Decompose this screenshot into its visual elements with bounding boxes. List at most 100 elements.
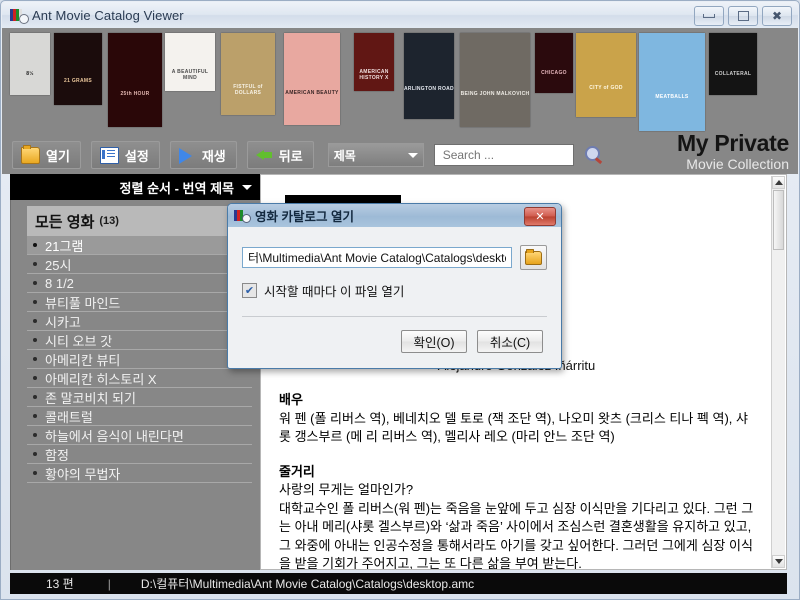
- movie-list-item[interactable]: 25시: [27, 255, 252, 274]
- detail-synopsis-heading: 줄거리: [279, 463, 315, 479]
- dialog-actions: 확인(O) 취소(C): [228, 330, 543, 353]
- back-button[interactable]: 뒤로: [246, 141, 314, 169]
- brand-line-2: Movie Collection: [686, 156, 789, 172]
- detail-synopsis-line1: 사랑의 무게는 얼마인가?: [279, 482, 414, 498]
- catalog-path-field[interactable]: [242, 247, 512, 268]
- poster-title: FISTFUL of DOLLARS: [233, 84, 263, 96]
- scroll-up-button[interactable]: [772, 176, 785, 189]
- app-film-icon: [10, 8, 29, 24]
- poster-thumbnail[interactable]: 8½: [10, 33, 50, 95]
- settings-list-icon: [99, 146, 119, 164]
- poster-thumbnail[interactable]: ARLINGTON ROAD: [404, 33, 454, 119]
- movie-title: 하늘에서 음식이 내린다면: [45, 428, 184, 444]
- play-button-label: 재생: [201, 148, 226, 164]
- open-on-startup-row[interactable]: ✔ 시작할 때마다 이 파일 열기: [242, 281, 547, 300]
- close-button[interactable]: ✖: [762, 6, 792, 26]
- movie-list-item[interactable]: 함정: [27, 445, 252, 464]
- poster-thumbnail[interactable]: COLLATERAL: [709, 33, 757, 95]
- play-button[interactable]: 재생: [169, 141, 237, 169]
- window-controls: ✖: [694, 6, 792, 26]
- dialog-cancel-button[interactable]: 취소(C): [477, 330, 543, 353]
- magnifier-icon[interactable]: [584, 145, 604, 165]
- poster-title: 8½: [26, 71, 34, 77]
- search-input[interactable]: [440, 147, 567, 163]
- poster-title: COLLATERAL: [714, 71, 752, 77]
- open-folder-icon: [21, 144, 40, 164]
- open-button-label: 열기: [46, 148, 70, 164]
- dialog-close-button[interactable]: ✕: [524, 207, 556, 226]
- poster-thumbnail[interactable]: 21 GRAMS: [54, 33, 102, 105]
- movie-list-item[interactable]: 황야의 무법자: [27, 464, 252, 483]
- movie-list-item[interactable]: 콜래트럴: [27, 407, 252, 426]
- close-icon: ✖: [771, 9, 783, 23]
- open-on-startup-checkbox[interactable]: ✔: [242, 283, 257, 298]
- poster-title: ARLINGTON ROAD: [404, 86, 454, 92]
- poster-thumbnail[interactable]: BEING JOHN MALKOVICH: [460, 33, 530, 127]
- search-box[interactable]: [433, 144, 574, 166]
- settings-button-label: 설정: [124, 148, 149, 164]
- dialog-body: ✔ 시작할 때마다 이 파일 열기: [228, 227, 561, 300]
- movie-title: 25시: [45, 257, 72, 273]
- movie-title: 함정: [45, 447, 69, 463]
- detail-scrollbar[interactable]: [771, 176, 785, 568]
- bullet-icon: [33, 262, 37, 266]
- movie-group-count: (13): [99, 215, 119, 227]
- poster-thumbnail[interactable]: A BEAUTIFUL MIND: [165, 33, 215, 91]
- sort-order-label: 정렬 순서 - 번역 제목: [119, 180, 234, 196]
- movie-list-item[interactable]: 아메리칸 히스토리 X: [27, 369, 252, 388]
- dialog-ok-button[interactable]: 확인(O): [401, 330, 467, 353]
- catalog-path-input[interactable]: [246, 249, 508, 266]
- browse-button[interactable]: [520, 245, 547, 270]
- settings-button[interactable]: 설정: [90, 141, 160, 169]
- movie-list-item[interactable]: 시카고: [27, 312, 252, 331]
- poster-thumbnail[interactable]: 25th HOUR: [108, 33, 162, 127]
- catalog-path-row: [242, 245, 547, 270]
- window-title: Ant Movie Catalog Viewer: [32, 7, 184, 23]
- movie-title: 8 1/2: [45, 275, 74, 291]
- bullet-icon: [33, 414, 37, 418]
- sort-order-dropdown[interactable]: 정렬 순서 - 번역 제목: [10, 174, 260, 200]
- poster-thumbnail[interactable]: CITY of GOD: [576, 33, 636, 117]
- movie-list-item[interactable]: 뷰티풀 마인드: [27, 293, 252, 312]
- maximize-button[interactable]: [728, 6, 758, 26]
- movie-title: 뷰티풀 마인드: [45, 295, 121, 311]
- movie-title: 아메리칸 뷰티: [45, 352, 121, 368]
- close-icon: ✕: [535, 211, 545, 223]
- poster-thumbnail[interactable]: AMERICAN HISTORY X: [354, 33, 394, 91]
- minimize-button[interactable]: [694, 6, 724, 26]
- movie-list-item[interactable]: 하늘에서 음식이 내린다면: [27, 426, 252, 445]
- movie-title: 존 말코비치 되기: [45, 390, 136, 406]
- poster-thumbnail[interactable]: FISTFUL of DOLLARS: [221, 33, 275, 115]
- movie-title: 21그램: [45, 238, 84, 254]
- search-field-combo[interactable]: 제목: [327, 143, 424, 167]
- bullet-icon: [33, 395, 37, 399]
- status-movie-count: 13 편: [46, 577, 74, 591]
- poster-title: 25th HOUR: [120, 91, 150, 97]
- poster-title: AMERICAN BEAUTY: [285, 90, 339, 96]
- movie-group-title: 모든 영화: [35, 213, 95, 231]
- bullet-icon: [33, 471, 37, 475]
- checkmark-icon: ✔: [244, 284, 255, 297]
- chevron-down-icon: [774, 559, 783, 564]
- movie-title: 황야의 무법자: [45, 466, 121, 482]
- movie-list-item[interactable]: 시티 오브 갓: [27, 331, 252, 350]
- bullet-icon: [33, 243, 37, 247]
- scrollbar-thumb[interactable]: [773, 190, 784, 250]
- dialog-divider: [242, 316, 547, 317]
- detail-synopsis-body: 대학교수인 폴 리버스(워 펜)는 죽음을 눈앞에 두고 심장 이식만을 기다리…: [279, 500, 754, 570]
- movie-list-item[interactable]: 21그램: [27, 236, 252, 255]
- movie-list-item[interactable]: 8 1/2: [27, 274, 252, 293]
- poster-thumbnail[interactable]: CHICAGO: [535, 33, 573, 93]
- poster-thumbnail[interactable]: AMERICAN BEAUTY: [284, 33, 340, 125]
- back-button-label: 뒤로: [278, 148, 303, 164]
- scroll-down-button[interactable]: [772, 555, 785, 568]
- brand-line-1: My Private: [676, 130, 789, 156]
- movie-list-panel: 모든 영화 (13) 21그램 25시 8 1/2 뷰티풀 마인드 시카고 시티 오브 갓…: [10, 200, 260, 570]
- open-button[interactable]: 열기: [12, 141, 81, 169]
- movie-list-item[interactable]: 존 말코비치 되기: [27, 388, 252, 407]
- poster-thumbnail[interactable]: MEATBALLS: [639, 33, 705, 131]
- movie-title: 아메리칸 히스토리 X: [45, 371, 157, 387]
- open-catalog-dialog: 영화 카탈로그 열기 ✕ ✔ 시작할 때마다 이 파일 열기: [227, 203, 562, 369]
- movie-list-item[interactable]: 아메리칸 뷰티: [27, 350, 252, 369]
- bullet-icon: [33, 281, 37, 285]
